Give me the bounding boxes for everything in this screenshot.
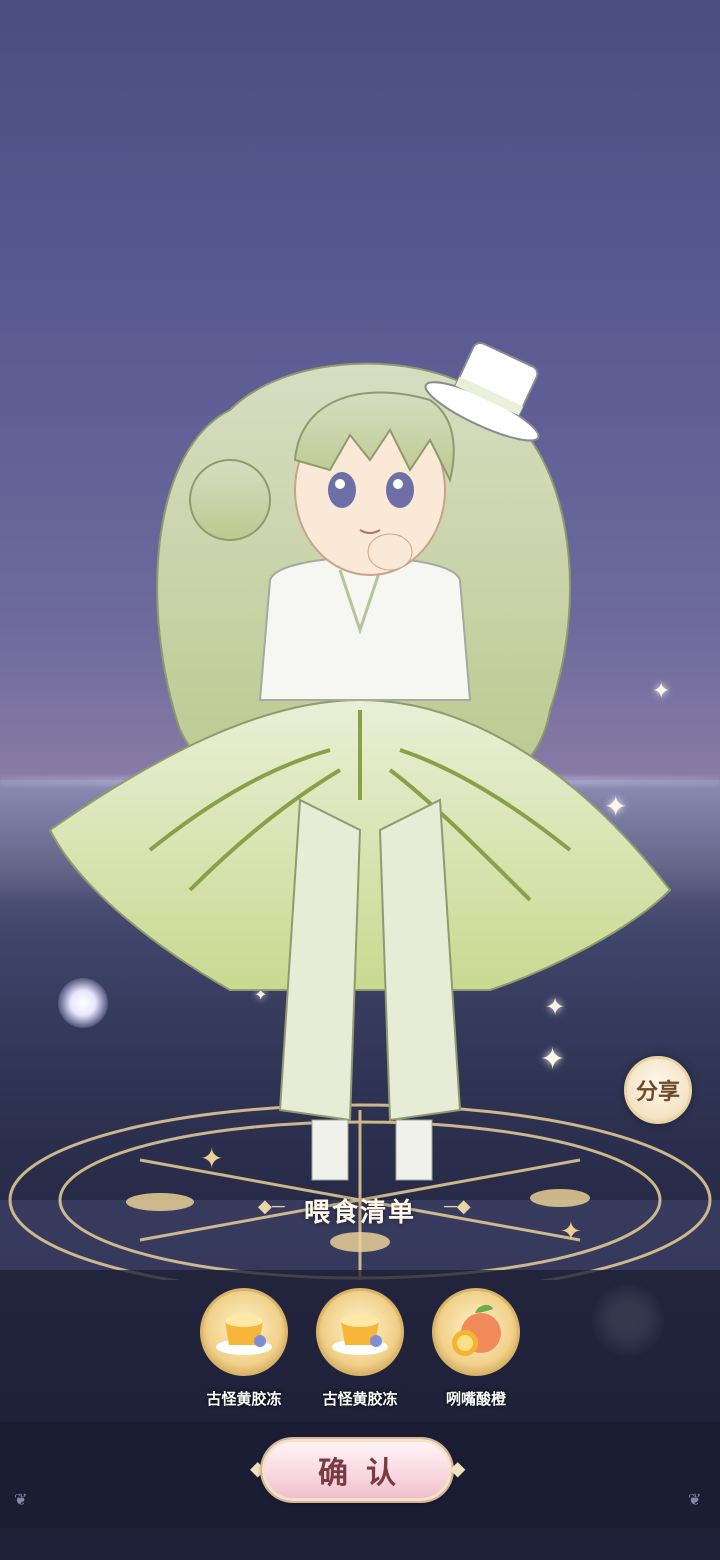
share-label: 分享 <box>635 1079 680 1104</box>
food-item[interactable]: 古怪黄胶冻 <box>189 1288 299 1409</box>
confirm-button[interactable]: 确认 <box>262 1439 452 1501</box>
share-button[interactable]: 分享 <box>624 1056 692 1124</box>
corner-ornament-icon: ❦ <box>14 1492 28 1509</box>
ornament-icon: ─◆ <box>444 1196 471 1216</box>
ornament-icon: ◆ <box>450 1458 466 1480</box>
feed-list-title: 喂食清单 <box>303 1197 416 1227</box>
character-avatar[interactable] <box>30 330 690 1210</box>
food-name: 古怪黄胶冻 <box>322 1391 398 1408</box>
food-item[interactable]: 古怪黄胶冻 <box>305 1288 415 1409</box>
pudding-icon <box>316 1288 404 1376</box>
orange-icon <box>432 1288 520 1376</box>
food-name: 古怪黄胶冻 <box>206 1391 282 1408</box>
corner-ornament-icon: ❦ <box>688 1492 702 1509</box>
food-name: 咧嘴酸橙 <box>445 1391 506 1408</box>
pudding-icon <box>200 1288 288 1376</box>
food-item[interactable]: 咧嘴酸橙 <box>421 1288 531 1409</box>
